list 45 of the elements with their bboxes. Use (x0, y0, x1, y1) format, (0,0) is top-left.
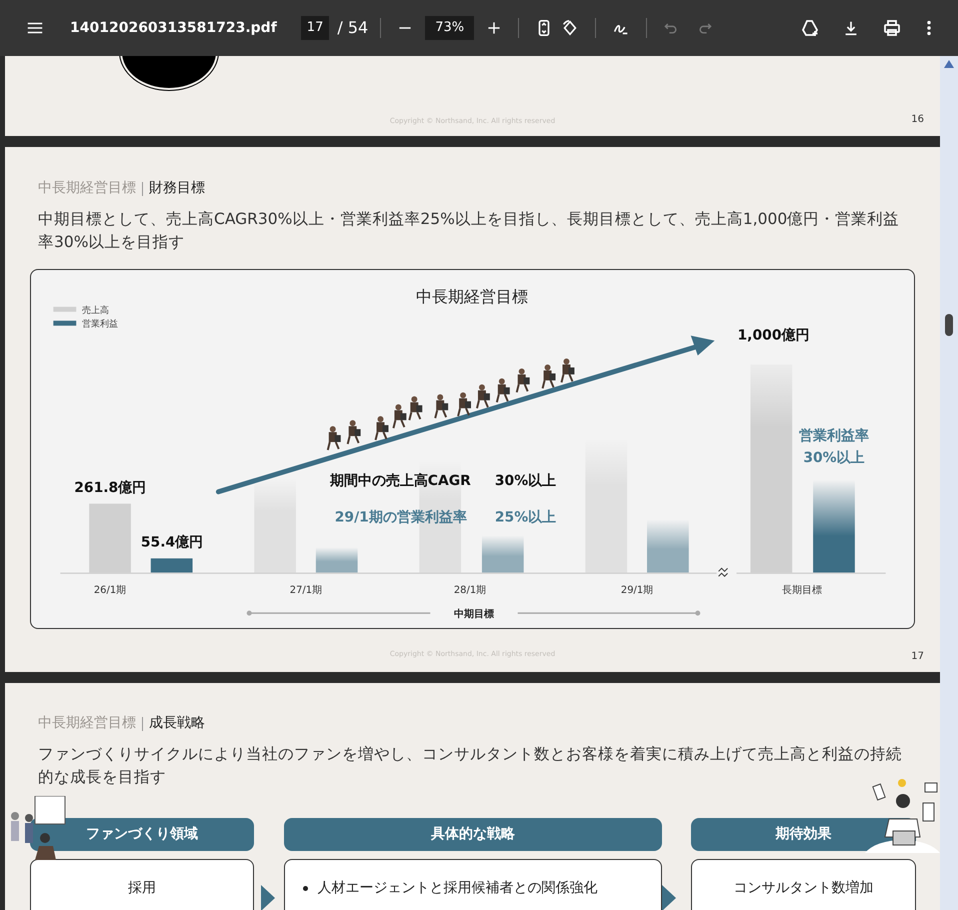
value-label: 55.4億円 (140, 534, 204, 550)
arrow-icon (662, 885, 676, 910)
category-label: 27/1期 (290, 584, 322, 596)
category-label: 28/1期 (454, 584, 486, 596)
callout-text: 営業利益率 (798, 428, 869, 444)
bullet-text: 人材エージェントと採用候補者との関係強化 (318, 878, 598, 898)
page-total: / 54 (337, 17, 368, 39)
arrow-icon (261, 885, 275, 910)
breadcrumb-text: 中長期経営目標 (38, 179, 136, 198)
column-header: ファンづくり領域 (30, 818, 254, 850)
column-header: 具体的な戦略 (284, 818, 662, 850)
profit-bar (482, 535, 524, 573)
lead-text: ファンづくりサイクルにより当社のファンを増やし、コンサルタント数とお客様を着実に積み上げて売上高と利益の持続的な成長を目指す (37, 744, 903, 788)
breadcrumb-text: 中長期経営目標 (38, 714, 136, 733)
lead-text: 中期目標として、売上高CAGR30%以上・営業利益率25%以上を目指し、長期目標として、売上高1,000億円・営業利益率30%以上を目指す (37, 209, 900, 254)
section-title: 成長戦略 (149, 714, 205, 733)
value-label: 261.8億円 (74, 479, 146, 496)
box-text: コンサルタント数増加 (732, 878, 875, 898)
page-number-field[interactable]: 17 (300, 16, 330, 40)
bracket-label: 中期目標 (454, 608, 494, 620)
scrollbar-thumb[interactable] (945, 314, 953, 336)
axis-break-icon (718, 567, 728, 576)
legend-label: 営業利益 (82, 319, 118, 330)
scroll-up-icon[interactable] (944, 60, 954, 68)
section-title: 財務目標 (149, 179, 205, 198)
value-label: 1,000億円 (738, 327, 810, 344)
file-name: 140120260313581723.pdf (70, 18, 277, 38)
category-label: 29/1期 (620, 584, 654, 596)
note-value: 30%以上 (494, 472, 556, 488)
page-number: 17 (911, 650, 924, 664)
profit-bar (316, 546, 358, 573)
callout-text: 30%以上 (803, 449, 865, 466)
chart-title: 中長期経営目標 (416, 286, 528, 306)
zoom-field[interactable]: 73% (425, 16, 474, 40)
profit-bar (647, 519, 689, 573)
category-label: 長期目標 (782, 584, 822, 596)
box-text: 採用 (126, 878, 157, 898)
category-label: 26/1期 (94, 584, 126, 596)
note-label: 期間中の売上高CAGR (330, 472, 471, 488)
legend-label: 売上高 (82, 305, 110, 316)
bullet-icon (302, 886, 308, 890)
profit-bar (150, 558, 193, 573)
page-number: 16 (911, 113, 924, 127)
note-label: 29/1期の営業利益率 (334, 509, 467, 526)
note-value: 25%以上 (494, 509, 556, 526)
